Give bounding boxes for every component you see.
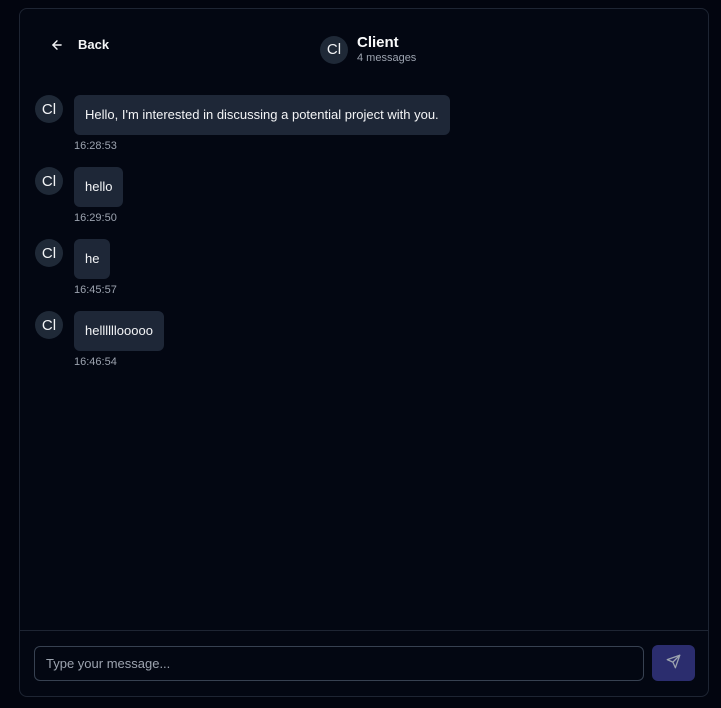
chat-panel: Back Cl Client 4 messages Cl Hello, I'm … [19, 8, 709, 697]
message-count: 4 messages [357, 52, 417, 64]
page-title: Client [357, 34, 399, 51]
avatar: Cl [35, 95, 63, 123]
message-bubble: hellllllooooo [74, 311, 164, 351]
message-input[interactable] [34, 646, 644, 681]
back-button[interactable]: Back [50, 37, 109, 52]
message-item: Cl hellllllooooo 16:46:54 [35, 311, 693, 383]
message-bubble: hello [74, 167, 124, 207]
avatar: Cl [35, 311, 63, 339]
message-composer [20, 630, 708, 696]
avatar: Cl [320, 35, 348, 64]
avatar: Cl [35, 239, 63, 267]
back-label: Back [78, 37, 110, 52]
send-icon [666, 654, 681, 672]
arrow-left-icon [50, 38, 64, 52]
avatar: Cl [35, 167, 63, 195]
message-item: Cl Hello, I'm interested in discussing a… [35, 95, 693, 167]
conversation-info: Cl Client 4 messages [320, 34, 416, 65]
message-bubble: Hello, I'm interested in discussing a po… [74, 95, 450, 135]
message-item: Cl hello 16:29:50 [35, 167, 693, 239]
message-list: Cl Hello, I'm interested in discussing a… [35, 95, 693, 383]
send-button[interactable] [652, 645, 695, 681]
message-timestamp: 16:29:50 [74, 212, 117, 224]
message-bubble: he [74, 239, 111, 279]
message-item: Cl he 16:45:57 [35, 239, 693, 311]
message-timestamp: 16:46:54 [74, 356, 117, 368]
message-timestamp: 16:45:57 [74, 284, 117, 296]
message-timestamp: 16:28:53 [74, 140, 117, 152]
chat-header: Back Cl Client 4 messages [20, 9, 708, 89]
